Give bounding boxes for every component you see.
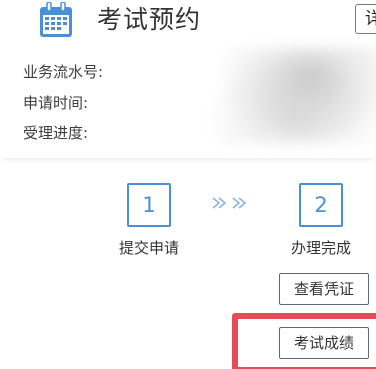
double-chevron-right-icon bbox=[212, 197, 247, 209]
apply-time-label: 申请时间: bbox=[23, 94, 89, 112]
exam-appointment-page: 考试预约 详 业务流水号: 申请时间: 受理进度: 1 提交申请 2 办理完成 … bbox=[0, 0, 376, 369]
calendar-icon bbox=[40, 2, 72, 37]
view-certificate-button[interactable]: 查看凭证 bbox=[279, 273, 369, 305]
progress-label: 受理进度: bbox=[23, 124, 89, 142]
step-2-box: 2 bbox=[299, 183, 343, 227]
serial-number-label: 业务流水号: bbox=[23, 63, 104, 81]
details-button[interactable]: 详 bbox=[355, 4, 376, 34]
appointment-card: 考试预约 详 业务流水号: 申请时间: 受理进度: bbox=[0, 0, 376, 158]
step-1-box: 1 bbox=[127, 183, 171, 227]
page-title: 考试预约 bbox=[97, 5, 202, 34]
details-button-label: 详 bbox=[365, 8, 376, 30]
step-1-label: 提交申请 bbox=[119, 239, 180, 257]
exam-score-button[interactable]: 考试成绩 bbox=[279, 327, 369, 359]
step-2-label: 办理完成 bbox=[291, 239, 352, 257]
redacted-values bbox=[215, 48, 376, 143]
